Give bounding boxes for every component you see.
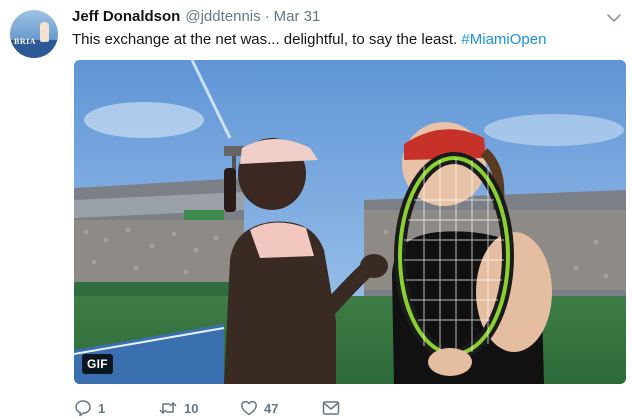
separator-dot: · [264, 8, 270, 25]
envelope-icon [322, 401, 340, 415]
timestamp[interactable]: Mar 31 [274, 8, 321, 25]
reply-icon [75, 400, 91, 417]
like-button[interactable]: 47 [240, 399, 322, 417]
retweet-count: 10 [184, 400, 199, 416]
like-count: 47 [264, 400, 279, 416]
hashtag-link[interactable]: #MiamiOpen [461, 31, 546, 48]
tweet-body: This exchange at the net was... delightf… [72, 31, 462, 48]
gif-media[interactable]: GIF [74, 60, 626, 384]
tweet[interactable]: BRIA Jeff Donaldson @jddtennis · Mar 31 … [0, 0, 632, 420]
tweet-actions: 1 10 47 [74, 398, 340, 418]
author-name[interactable]: Jeff Donaldson [72, 8, 180, 25]
tweet-text: This exchange at the net was... delightf… [72, 31, 546, 48]
reply-button[interactable]: 1 [74, 399, 158, 417]
gif-badge: GIF [82, 354, 113, 374]
gif-frame [74, 60, 626, 384]
avatar-text: BRIA [14, 37, 37, 46]
direct-message-button[interactable] [322, 400, 340, 416]
author-handle[interactable]: @jddtennis [185, 8, 260, 25]
avatar[interactable]: BRIA [10, 10, 58, 58]
avatar-figure [40, 22, 49, 42]
reply-count: 1 [98, 400, 106, 416]
retweet-button[interactable]: 10 [158, 399, 240, 417]
retweet-icon [159, 401, 177, 415]
heart-icon [241, 400, 257, 416]
chevron-down-icon[interactable] [606, 10, 622, 26]
tweet-header: Jeff Donaldson @jddtennis · Mar 31 [72, 8, 320, 28]
